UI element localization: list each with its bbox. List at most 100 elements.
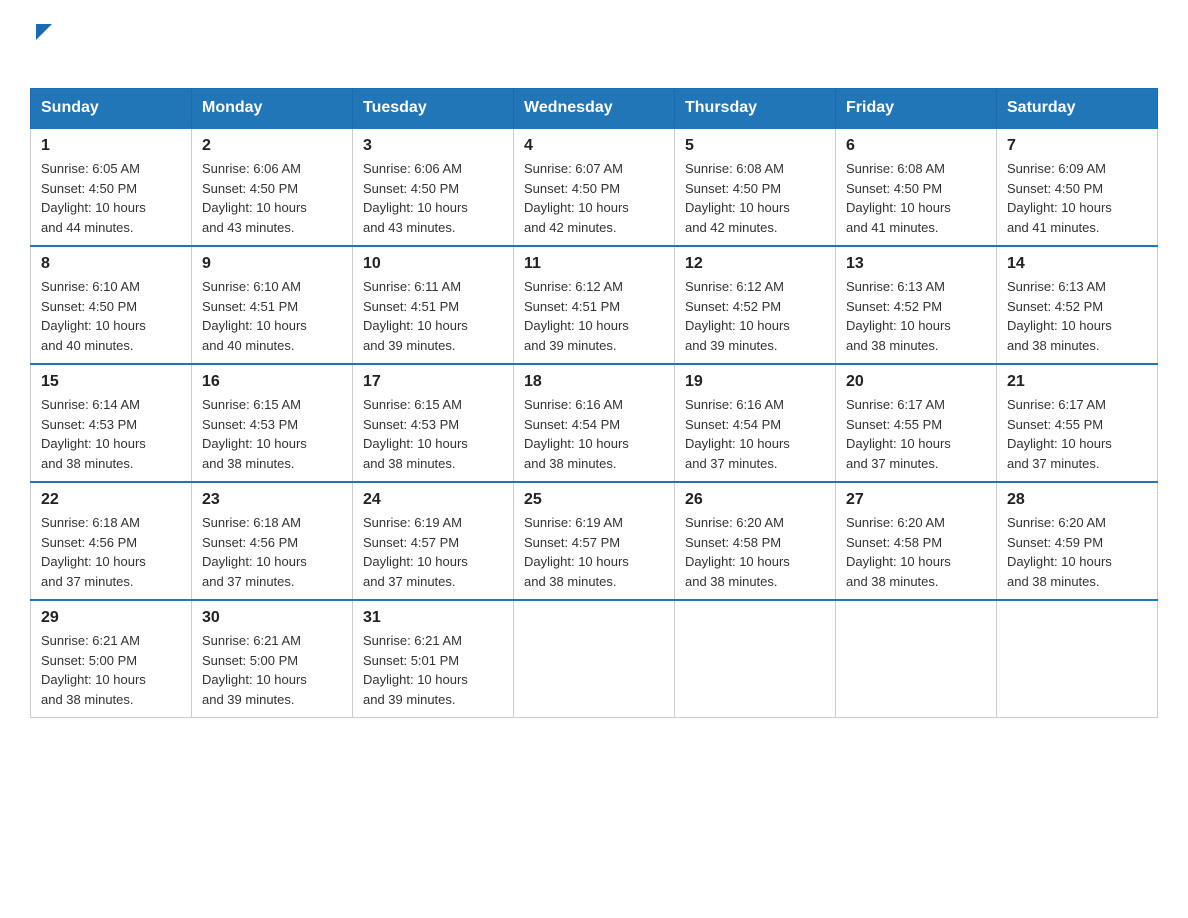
day-info: Sunrise: 6:18 AM Sunset: 4:56 PM Dayligh… bbox=[41, 515, 146, 589]
calendar-cell: 11 Sunrise: 6:12 AM Sunset: 4:51 PM Dayl… bbox=[514, 246, 675, 364]
day-number: 15 bbox=[41, 373, 181, 391]
day-number: 28 bbox=[1007, 491, 1147, 509]
day-info: Sunrise: 6:20 AM Sunset: 4:58 PM Dayligh… bbox=[846, 515, 951, 589]
calendar-cell: 1 Sunrise: 6:05 AM Sunset: 4:50 PM Dayli… bbox=[31, 128, 192, 246]
calendar-cell: 20 Sunrise: 6:17 AM Sunset: 4:55 PM Dayl… bbox=[836, 364, 997, 482]
day-info: Sunrise: 6:13 AM Sunset: 4:52 PM Dayligh… bbox=[1007, 279, 1112, 353]
day-number: 18 bbox=[524, 373, 664, 391]
calendar-cell: 10 Sunrise: 6:11 AM Sunset: 4:51 PM Dayl… bbox=[353, 246, 514, 364]
calendar-cell bbox=[514, 600, 675, 718]
calendar-cell: 27 Sunrise: 6:20 AM Sunset: 4:58 PM Dayl… bbox=[836, 482, 997, 600]
day-info: Sunrise: 6:05 AM Sunset: 4:50 PM Dayligh… bbox=[41, 161, 146, 235]
day-number: 24 bbox=[363, 491, 503, 509]
day-number: 25 bbox=[524, 491, 664, 509]
day-number: 8 bbox=[41, 255, 181, 273]
day-info: Sunrise: 6:20 AM Sunset: 4:59 PM Dayligh… bbox=[1007, 515, 1112, 589]
calendar-cell bbox=[836, 600, 997, 718]
day-number: 17 bbox=[363, 373, 503, 391]
calendar-week-row: 8 Sunrise: 6:10 AM Sunset: 4:50 PM Dayli… bbox=[31, 246, 1158, 364]
day-info: Sunrise: 6:08 AM Sunset: 4:50 PM Dayligh… bbox=[685, 161, 790, 235]
column-header-saturday: Saturday bbox=[997, 89, 1158, 129]
calendar-cell: 7 Sunrise: 6:09 AM Sunset: 4:50 PM Dayli… bbox=[997, 128, 1158, 246]
day-info: Sunrise: 6:16 AM Sunset: 4:54 PM Dayligh… bbox=[524, 397, 629, 471]
day-number: 9 bbox=[202, 255, 342, 273]
day-info: Sunrise: 6:09 AM Sunset: 4:50 PM Dayligh… bbox=[1007, 161, 1112, 235]
calendar-cell: 28 Sunrise: 6:20 AM Sunset: 4:59 PM Dayl… bbox=[997, 482, 1158, 600]
day-info: Sunrise: 6:18 AM Sunset: 4:56 PM Dayligh… bbox=[202, 515, 307, 589]
day-number: 26 bbox=[685, 491, 825, 509]
day-info: Sunrise: 6:14 AM Sunset: 4:53 PM Dayligh… bbox=[41, 397, 146, 471]
calendar-cell: 4 Sunrise: 6:07 AM Sunset: 4:50 PM Dayli… bbox=[514, 128, 675, 246]
day-number: 6 bbox=[846, 137, 986, 155]
day-number: 22 bbox=[41, 491, 181, 509]
calendar-table: SundayMondayTuesdayWednesdayThursdayFrid… bbox=[30, 88, 1158, 718]
calendar-cell: 15 Sunrise: 6:14 AM Sunset: 4:53 PM Dayl… bbox=[31, 364, 192, 482]
day-number: 14 bbox=[1007, 255, 1147, 273]
column-header-monday: Monday bbox=[192, 89, 353, 129]
day-number: 30 bbox=[202, 609, 342, 627]
day-info: Sunrise: 6:15 AM Sunset: 4:53 PM Dayligh… bbox=[202, 397, 307, 471]
day-info: Sunrise: 6:16 AM Sunset: 4:54 PM Dayligh… bbox=[685, 397, 790, 471]
calendar-cell: 6 Sunrise: 6:08 AM Sunset: 4:50 PM Dayli… bbox=[836, 128, 997, 246]
day-number: 7 bbox=[1007, 137, 1147, 155]
day-info: Sunrise: 6:10 AM Sunset: 4:50 PM Dayligh… bbox=[41, 279, 146, 353]
calendar-cell: 30 Sunrise: 6:21 AM Sunset: 5:00 PM Dayl… bbox=[192, 600, 353, 718]
day-number: 27 bbox=[846, 491, 986, 509]
day-number: 1 bbox=[41, 137, 181, 155]
column-header-friday: Friday bbox=[836, 89, 997, 129]
day-info: Sunrise: 6:11 AM Sunset: 4:51 PM Dayligh… bbox=[363, 279, 468, 353]
day-info: Sunrise: 6:21 AM Sunset: 5:00 PM Dayligh… bbox=[202, 633, 307, 707]
day-info: Sunrise: 6:07 AM Sunset: 4:50 PM Dayligh… bbox=[524, 161, 629, 235]
page-header bbox=[30, 20, 1158, 68]
calendar-cell: 22 Sunrise: 6:18 AM Sunset: 4:56 PM Dayl… bbox=[31, 482, 192, 600]
calendar-week-row: 15 Sunrise: 6:14 AM Sunset: 4:53 PM Dayl… bbox=[31, 364, 1158, 482]
calendar-cell: 14 Sunrise: 6:13 AM Sunset: 4:52 PM Dayl… bbox=[997, 246, 1158, 364]
day-info: Sunrise: 6:10 AM Sunset: 4:51 PM Dayligh… bbox=[202, 279, 307, 353]
day-number: 21 bbox=[1007, 373, 1147, 391]
calendar-cell: 8 Sunrise: 6:10 AM Sunset: 4:50 PM Dayli… bbox=[31, 246, 192, 364]
calendar-cell bbox=[675, 600, 836, 718]
day-number: 19 bbox=[685, 373, 825, 391]
calendar-week-row: 22 Sunrise: 6:18 AM Sunset: 4:56 PM Dayl… bbox=[31, 482, 1158, 600]
day-number: 29 bbox=[41, 609, 181, 627]
day-info: Sunrise: 6:19 AM Sunset: 4:57 PM Dayligh… bbox=[363, 515, 468, 589]
calendar-cell bbox=[997, 600, 1158, 718]
day-info: Sunrise: 6:06 AM Sunset: 4:50 PM Dayligh… bbox=[202, 161, 307, 235]
day-number: 4 bbox=[524, 137, 664, 155]
calendar-cell: 25 Sunrise: 6:19 AM Sunset: 4:57 PM Dayl… bbox=[514, 482, 675, 600]
column-header-wednesday: Wednesday bbox=[514, 89, 675, 129]
calendar-cell: 5 Sunrise: 6:08 AM Sunset: 4:50 PM Dayli… bbox=[675, 128, 836, 246]
calendar-cell: 21 Sunrise: 6:17 AM Sunset: 4:55 PM Dayl… bbox=[997, 364, 1158, 482]
day-info: Sunrise: 6:15 AM Sunset: 4:53 PM Dayligh… bbox=[363, 397, 468, 471]
calendar-cell: 9 Sunrise: 6:10 AM Sunset: 4:51 PM Dayli… bbox=[192, 246, 353, 364]
day-number: 11 bbox=[524, 255, 664, 273]
day-number: 3 bbox=[363, 137, 503, 155]
day-number: 5 bbox=[685, 137, 825, 155]
day-info: Sunrise: 6:12 AM Sunset: 4:52 PM Dayligh… bbox=[685, 279, 790, 353]
calendar-cell: 24 Sunrise: 6:19 AM Sunset: 4:57 PM Dayl… bbox=[353, 482, 514, 600]
calendar-cell: 18 Sunrise: 6:16 AM Sunset: 4:54 PM Dayl… bbox=[514, 364, 675, 482]
calendar-header-row: SundayMondayTuesdayWednesdayThursdayFrid… bbox=[31, 89, 1158, 129]
calendar-week-row: 1 Sunrise: 6:05 AM Sunset: 4:50 PM Dayli… bbox=[31, 128, 1158, 246]
column-header-thursday: Thursday bbox=[675, 89, 836, 129]
calendar-cell: 17 Sunrise: 6:15 AM Sunset: 4:53 PM Dayl… bbox=[353, 364, 514, 482]
day-number: 16 bbox=[202, 373, 342, 391]
day-number: 2 bbox=[202, 137, 342, 155]
day-info: Sunrise: 6:19 AM Sunset: 4:57 PM Dayligh… bbox=[524, 515, 629, 589]
calendar-cell: 12 Sunrise: 6:12 AM Sunset: 4:52 PM Dayl… bbox=[675, 246, 836, 364]
logo bbox=[30, 20, 52, 68]
column-header-tuesday: Tuesday bbox=[353, 89, 514, 129]
day-info: Sunrise: 6:08 AM Sunset: 4:50 PM Dayligh… bbox=[846, 161, 951, 235]
day-info: Sunrise: 6:21 AM Sunset: 5:01 PM Dayligh… bbox=[363, 633, 468, 707]
calendar-week-row: 29 Sunrise: 6:21 AM Sunset: 5:00 PM Dayl… bbox=[31, 600, 1158, 718]
calendar-cell: 26 Sunrise: 6:20 AM Sunset: 4:58 PM Dayl… bbox=[675, 482, 836, 600]
calendar-cell: 3 Sunrise: 6:06 AM Sunset: 4:50 PM Dayli… bbox=[353, 128, 514, 246]
calendar-cell: 19 Sunrise: 6:16 AM Sunset: 4:54 PM Dayl… bbox=[675, 364, 836, 482]
day-info: Sunrise: 6:20 AM Sunset: 4:58 PM Dayligh… bbox=[685, 515, 790, 589]
calendar-cell: 29 Sunrise: 6:21 AM Sunset: 5:00 PM Dayl… bbox=[31, 600, 192, 718]
day-number: 13 bbox=[846, 255, 986, 273]
day-info: Sunrise: 6:06 AM Sunset: 4:50 PM Dayligh… bbox=[363, 161, 468, 235]
column-header-sunday: Sunday bbox=[31, 89, 192, 129]
day-number: 31 bbox=[363, 609, 503, 627]
calendar-cell: 23 Sunrise: 6:18 AM Sunset: 4:56 PM Dayl… bbox=[192, 482, 353, 600]
